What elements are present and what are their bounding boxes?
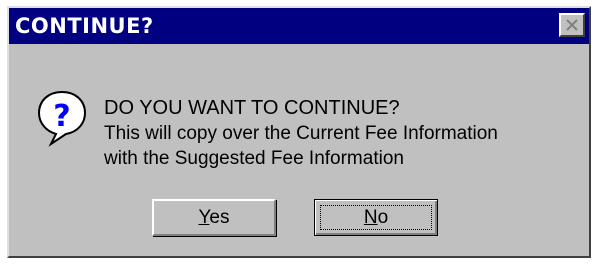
no-button[interactable]: No <box>314 199 438 236</box>
message-text: DO YOU WANT TO CONTINUE? This will copy … <box>104 96 498 171</box>
no-accelerator: N <box>363 206 378 228</box>
continue-dialog: CONTINUE? ? DO YOU WANT TO CONTINUE? Thi… <box>7 6 591 258</box>
svg-text:?: ? <box>53 99 70 134</box>
message-line-2: with the Suggested Fee Information <box>104 148 404 169</box>
no-button-label: No <box>364 207 388 229</box>
yes-button-label: Yes <box>198 207 229 229</box>
title-bar[interactable]: CONTINUE? <box>9 8 589 44</box>
question-icon: ? <box>37 90 87 147</box>
no-label-rest: o <box>377 206 389 228</box>
close-icon <box>566 19 578 31</box>
yes-accelerator: Y <box>198 206 210 228</box>
message-heading: DO YOU WANT TO CONTINUE? <box>104 97 400 119</box>
yes-label-rest: es <box>209 206 230 228</box>
message-line-1: This will copy over the Current Fee Info… <box>104 123 498 144</box>
dialog-title: CONTINUE? <box>15 14 154 38</box>
yes-button[interactable]: Yes <box>152 199 276 236</box>
close-button[interactable] <box>559 13 585 37</box>
